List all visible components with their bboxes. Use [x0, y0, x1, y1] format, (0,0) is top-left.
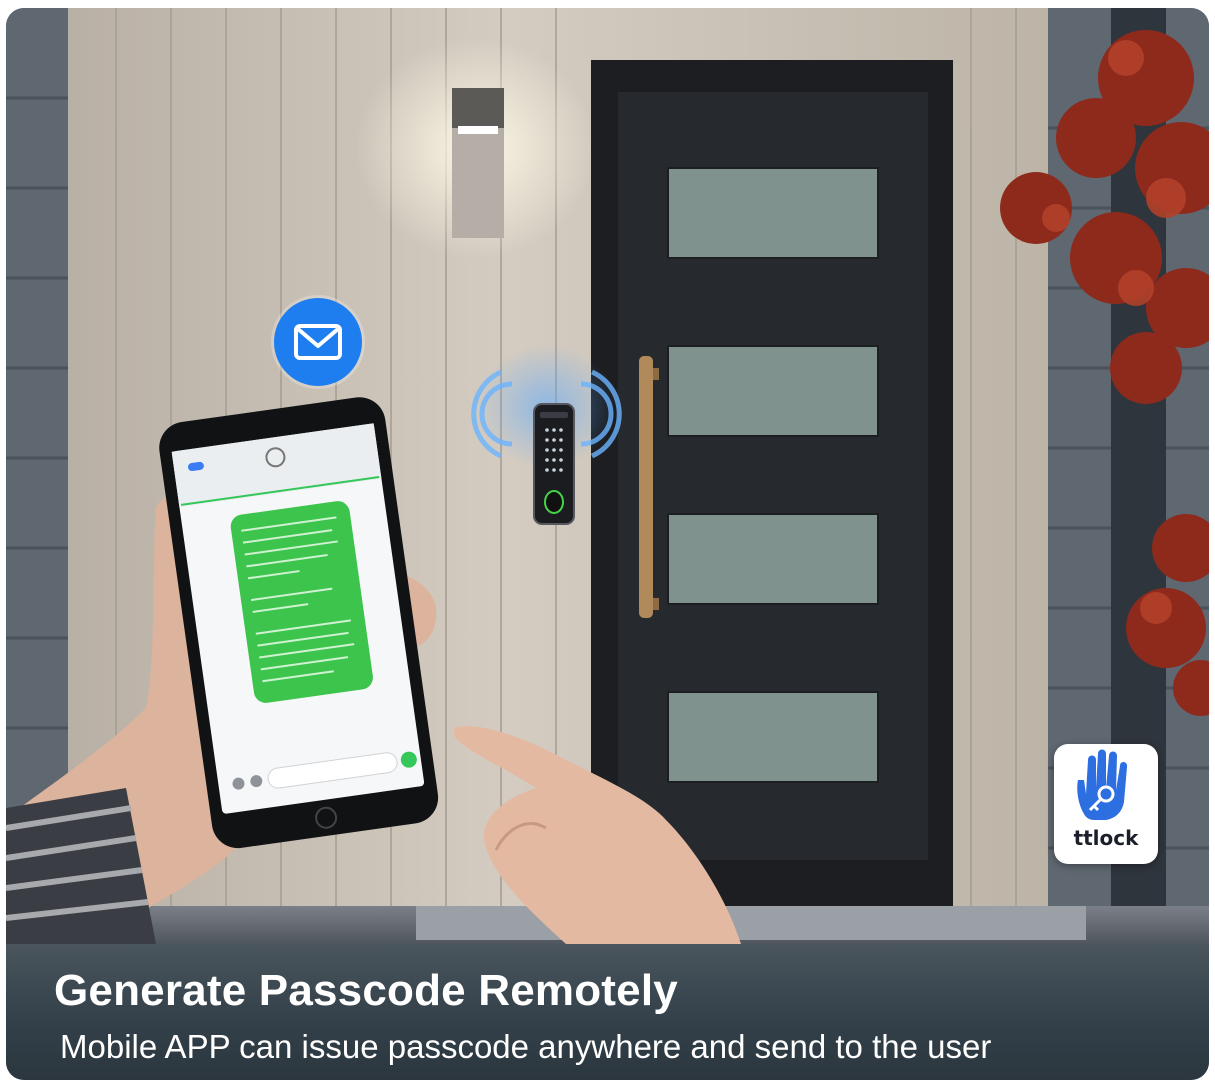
porch-scene: [6, 8, 1209, 944]
mail-notification: [274, 298, 362, 386]
door-handle: [639, 356, 653, 618]
hand-key-icon: [1077, 749, 1128, 820]
ttlock-label: ttlock: [1073, 826, 1139, 850]
caption-banner: Generate Passcode Remotely Mobile APP ca…: [6, 944, 1209, 1080]
smart-lock-icon: [533, 403, 575, 525]
product-card: ttlock Generate Passcode Remotely Mobile…: [6, 8, 1209, 1080]
caption-subtitle: Mobile APP can issue passcode anywhere a…: [60, 1028, 992, 1065]
wall-lamp: [452, 88, 504, 238]
ttlock-app-badge: ttlock: [1054, 744, 1158, 864]
mail-icon: [294, 324, 342, 360]
caption-title: Generate Passcode Remotely: [54, 966, 678, 1015]
